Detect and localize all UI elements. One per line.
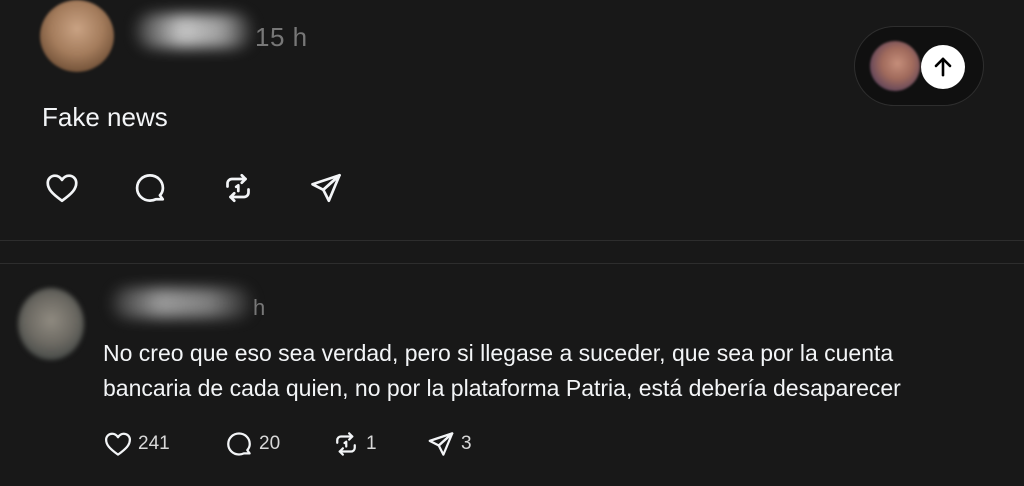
share-icon xyxy=(428,432,454,456)
reply-author-name-blurred[interactable] xyxy=(112,288,252,318)
arrow-up-icon[interactable] xyxy=(921,45,965,89)
post-author-name-blurred[interactable] xyxy=(136,14,252,48)
share-button[interactable]: 3 xyxy=(426,428,472,460)
reply-text-line: bancaria de cada quien, no por la plataf… xyxy=(103,375,901,401)
like-button[interactable]: 241 xyxy=(103,428,170,460)
threads-feed: 15 h Fake news h No creo que eso sea ver… xyxy=(0,0,1024,486)
post-text: Fake news xyxy=(42,102,168,132)
reply-text: No creo que eso sea verdad, pero si lleg… xyxy=(103,336,1013,406)
share-count: 3 xyxy=(461,433,472,454)
divider xyxy=(0,263,1024,264)
comment-count: 20 xyxy=(259,433,281,454)
repost-icon xyxy=(336,432,356,456)
repost-button[interactable]: 1 xyxy=(331,428,377,460)
repost-icon[interactable] xyxy=(218,168,258,208)
comment-icon xyxy=(227,432,251,456)
comment-icon[interactable] xyxy=(130,168,170,208)
post-author-avatar[interactable] xyxy=(40,0,114,72)
divider xyxy=(0,240,1024,241)
comment-button[interactable]: 20 xyxy=(224,428,280,460)
heart-icon xyxy=(105,432,131,456)
share-icon[interactable] xyxy=(306,168,346,208)
scroll-to-top-pill[interactable] xyxy=(854,26,984,106)
heart-icon[interactable] xyxy=(42,168,82,208)
like-count: 241 xyxy=(138,433,170,454)
reply-text-line: No creo que eso sea verdad, pero si lleg… xyxy=(103,340,894,366)
new-post-avatar xyxy=(870,41,920,91)
post-timestamp: 15 h xyxy=(255,22,308,52)
repost-count: 1 xyxy=(366,433,377,454)
reply-author-avatar[interactable] xyxy=(18,288,84,360)
reply-timestamp: h xyxy=(253,295,266,320)
